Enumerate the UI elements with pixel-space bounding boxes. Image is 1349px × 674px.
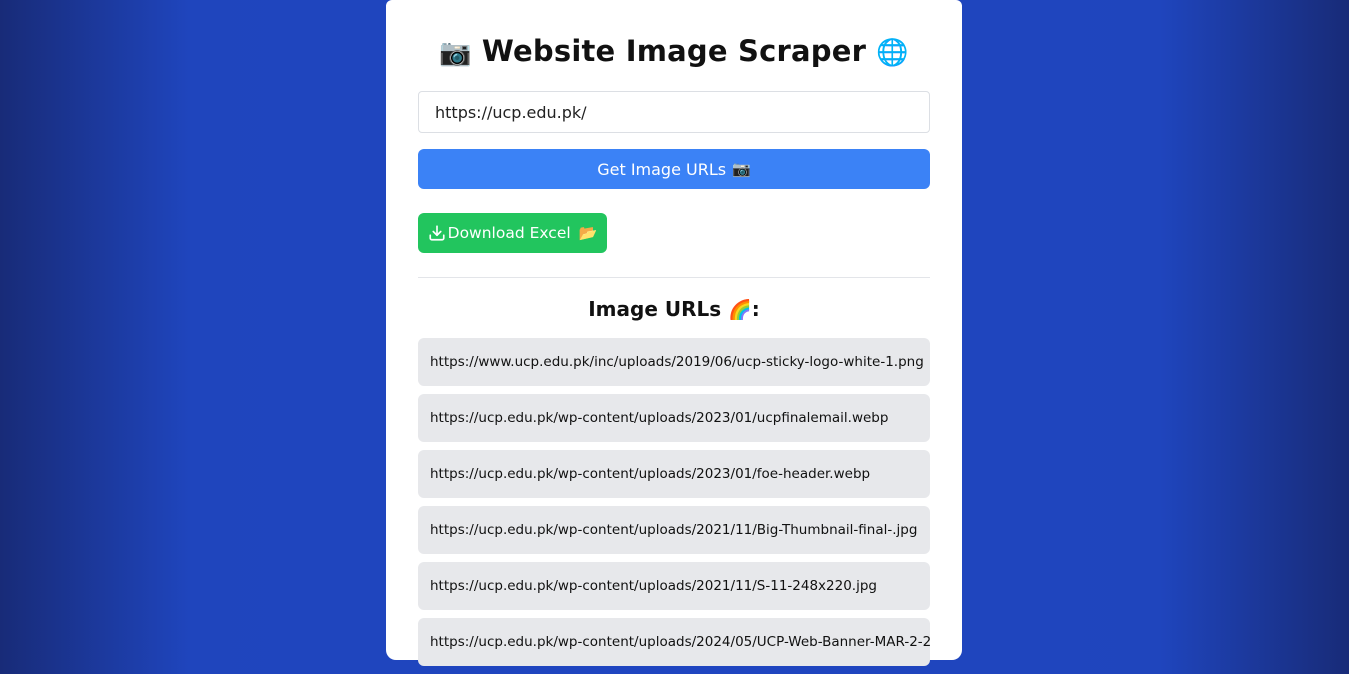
list-item: https://ucp.edu.pk/wp-content/uploads/20… [418, 618, 930, 666]
url-input[interactable] [418, 91, 930, 133]
list-item: https://ucp.edu.pk/wp-content/uploads/20… [418, 394, 930, 442]
divider [418, 277, 930, 278]
page-title-text: Website Image Scraper [481, 34, 867, 68]
get-image-urls-button[interactable]: Get Image URLs 📷 [418, 149, 930, 189]
image-url-list: https://www.ucp.edu.pk/inc/uploads/2019/… [418, 338, 930, 674]
camera-icon: 📷 [439, 38, 472, 68]
globe-icon: 🌐 [876, 38, 909, 68]
scraper-card: 📷 Website Image Scraper 🌐 Get Image URLs… [386, 0, 962, 666]
list-item: https://ucp.edu.pk/wp-content/uploads/20… [418, 450, 930, 498]
results-heading: Image URLs 🌈: [386, 296, 962, 323]
download-excel-label: Download Excel [447, 224, 571, 242]
results-heading-text: Image URLs [588, 297, 722, 321]
list-item: https://ucp.edu.pk/wp-content/uploads/20… [418, 506, 930, 554]
camera-icon: 📷 [732, 160, 751, 178]
download-excel-button[interactable]: Download Excel 📂 [418, 213, 607, 253]
rainbow-icon: 🌈 [728, 299, 752, 321]
results-heading-suffix: : [751, 297, 760, 321]
list-item: https://www.ucp.edu.pk/inc/uploads/2019/… [418, 338, 930, 386]
list-item: https://ucp.edu.pk/wp-content/uploads/20… [418, 562, 930, 610]
download-icon [429, 225, 445, 241]
folder-icon: 📂 [578, 224, 598, 242]
page-title: 📷 Website Image Scraper 🌐 [386, 30, 962, 74]
get-image-urls-label: Get Image URLs [597, 159, 727, 179]
